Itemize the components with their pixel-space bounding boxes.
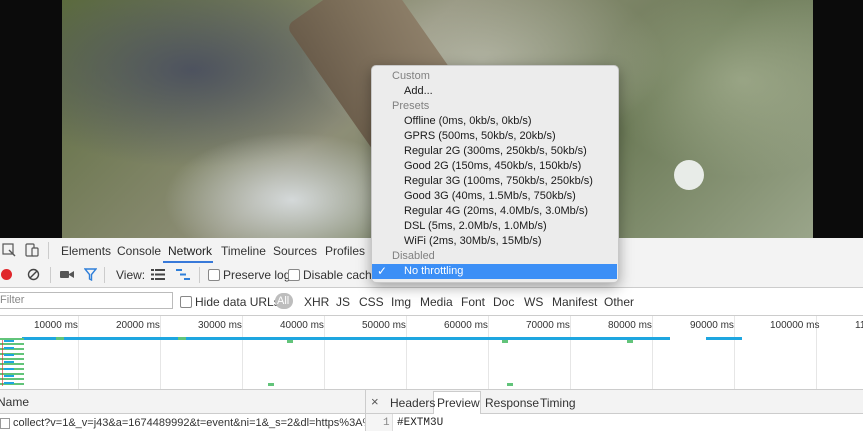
timeline-tick: 30000 ms <box>198 320 242 331</box>
menu-item-add[interactable]: Add... <box>404 85 433 97</box>
menu-item-preset-regular-2g[interactable]: Regular 2G (300ms, 250kb/s, 50kb/s) <box>404 145 587 157</box>
requests-header: Name <box>0 390 365 414</box>
close-icon[interactable]: × <box>371 394 379 409</box>
timeline-tick: 40000 ms <box>280 320 324 331</box>
clear-icon[interactable] <box>27 268 40 281</box>
timeline-overview[interactable]: 10000 ms 20000 ms 30000 ms 40000 ms 5000… <box>0 316 863 390</box>
large-rows-icon[interactable] <box>151 269 165 280</box>
menu-item-preset-regular-4g[interactable]: Regular 4G (20ms, 4.0Mb/s, 3.0Mb/s) <box>404 205 588 217</box>
type-filter-css[interactable]: CSS <box>359 295 384 309</box>
timeline-request-bar <box>507 383 513 386</box>
menu-item-preset-good-2g[interactable]: Good 2G (150ms, 450kb/s, 150kb/s) <box>404 160 581 172</box>
video-object-ball <box>674 160 704 190</box>
type-filter-manifest[interactable]: Manifest <box>552 295 597 309</box>
timeline-tick: 10000 ms <box>34 320 78 331</box>
timeline-tick: 70000 ms <box>526 320 570 331</box>
timeline-request-cluster <box>4 340 14 386</box>
tab-network[interactable]: Network <box>168 244 212 258</box>
gridline <box>78 316 79 389</box>
filter-bar: Filter Hide data URLs All XHR JS CSS Img… <box>0 288 863 316</box>
menu-item-preset-gprs[interactable]: GPRS (500ms, 50kb/s, 20kb/s) <box>404 130 556 142</box>
disable-cache-label: Disable cache <box>303 268 379 282</box>
gridline <box>160 316 161 389</box>
timeline-request-bar <box>706 337 742 340</box>
type-filter-font[interactable]: Font <box>461 295 485 309</box>
type-filter-all[interactable]: All <box>277 295 289 307</box>
menu-item-preset-good-3g[interactable]: Good 3G (40ms, 1.5Mb/s, 750kb/s) <box>404 190 576 202</box>
timeline-tick: 60000 ms <box>444 320 488 331</box>
device-mode-icon[interactable] <box>24 242 40 258</box>
table-row[interactable]: collect?v=1&_v=j43&a=1674489992&t=event&… <box>0 414 365 431</box>
timeline-request-bar <box>56 337 64 340</box>
code-line: #EXTM3U <box>397 417 444 429</box>
timeline-request-bar <box>287 340 293 343</box>
tab-timing[interactable]: Timing <box>540 396 576 410</box>
gridline <box>242 316 243 389</box>
tab-timeline[interactable]: Timeline <box>221 244 266 258</box>
tab-response[interactable]: Response <box>485 396 539 410</box>
timeline-tick: 100000 ms <box>770 320 820 331</box>
timeline-request-bar <box>22 337 670 340</box>
checkmark-icon: ✓ <box>377 264 388 278</box>
gridline <box>488 316 489 389</box>
type-filter-doc[interactable]: Doc <box>493 295 514 309</box>
filter-input-border <box>0 292 173 309</box>
timeline-tick: 80000 ms <box>608 320 652 331</box>
menu-item-preset-wifi[interactable]: WiFi (2ms, 30Mb/s, 15Mb/s) <box>404 235 542 247</box>
gridline <box>652 316 653 389</box>
type-filter-media[interactable]: Media <box>420 295 453 309</box>
type-filter-xhr[interactable]: XHR <box>304 295 329 309</box>
timeline-tick: 11 <box>855 320 863 331</box>
gridline <box>734 316 735 389</box>
timeline-request-bar <box>268 383 274 386</box>
request-name: collect?v=1&_v=j43&a=1674489992&t=event&… <box>13 417 365 429</box>
gridline <box>324 316 325 389</box>
inspect-icon[interactable] <box>2 243 16 257</box>
camera-icon[interactable] <box>60 269 74 280</box>
timeline-request-bar <box>502 340 508 343</box>
type-filter-img[interactable]: Img <box>391 295 411 309</box>
gridline <box>570 316 571 389</box>
file-icon <box>0 418 10 429</box>
type-filter-js[interactable]: JS <box>336 295 350 309</box>
view-label: View: <box>116 268 146 282</box>
hide-data-urls-label: Hide data URLs <box>195 295 280 309</box>
preserve-log-checkbox[interactable] <box>208 269 220 281</box>
timeline-tick: 90000 ms <box>690 320 734 331</box>
timeline-marker <box>2 340 3 386</box>
name-column-header[interactable]: Name <box>0 395 29 409</box>
timeline-request-bar <box>627 340 633 343</box>
waterfall-icon[interactable] <box>176 269 190 280</box>
record-icon[interactable] <box>1 269 12 280</box>
tab-profiles[interactable]: Profiles <box>325 244 365 258</box>
hide-data-urls-checkbox[interactable] <box>180 296 192 308</box>
type-filter-ws[interactable]: WS <box>524 295 543 309</box>
tab-headers[interactable]: Headers <box>390 396 435 410</box>
menu-section-custom: Custom <box>392 70 430 82</box>
menu-item-no-throttling[interactable]: No throttling <box>404 265 463 277</box>
tab-elements[interactable]: Elements <box>61 244 111 258</box>
menu-item-preset-regular-3g[interactable]: Regular 3G (100ms, 750kb/s, 250kb/s) <box>404 175 593 187</box>
divider <box>104 267 105 283</box>
tab-sources[interactable]: Sources <box>273 244 317 258</box>
menu-section-presets: Presets <box>392 100 430 112</box>
filter-icon[interactable] <box>84 268 97 281</box>
type-filter-other[interactable]: Other <box>604 295 634 309</box>
disable-cache-checkbox[interactable] <box>288 269 300 281</box>
timeline-tick: 20000 ms <box>116 320 160 331</box>
preserve-log-label: Preserve log <box>223 268 291 282</box>
divider <box>50 267 51 283</box>
menu-item-preset-dsl[interactable]: DSL (5ms, 2.0Mb/s, 1.0Mb/s) <box>404 220 547 232</box>
timeline-tick: 50000 ms <box>362 320 406 331</box>
tab-console[interactable]: Console <box>117 244 161 258</box>
tab-preview[interactable]: Preview <box>437 396 480 410</box>
divider <box>199 267 200 283</box>
gridline <box>406 316 407 389</box>
divider <box>48 242 49 259</box>
timeline-request-bar <box>178 337 186 340</box>
line-number: 1 <box>383 417 390 429</box>
menu-item-preset-offline[interactable]: Offline (0ms, 0kb/s, 0kb/s) <box>404 115 532 127</box>
menu-section-disabled: Disabled <box>392 250 435 262</box>
